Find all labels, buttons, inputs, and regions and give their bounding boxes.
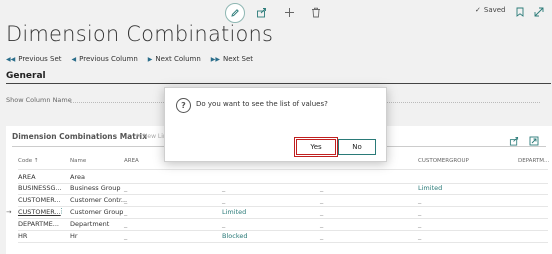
right-arrow-icon: ▶: [147, 55, 153, 63]
current-row-arrow-icon: →: [6, 208, 12, 216]
confirm-dialog: ? Do you want to see the list of values?…: [164, 87, 387, 162]
matrix-cell[interactable]: _: [418, 208, 421, 216]
share-icon[interactable]: [509, 131, 519, 150]
matrix-cell[interactable]: _: [320, 232, 323, 240]
matrix-cell[interactable]: _: [124, 208, 127, 216]
matrix-cell[interactable]: _: [320, 220, 323, 228]
show-column-name-label: Show Column Name: [6, 96, 72, 104]
matrix-cell[interactable]: Limited: [222, 208, 246, 216]
check-icon: ✓: [475, 6, 481, 14]
matrix-cell[interactable]: _: [222, 220, 225, 228]
previous-set-label: Previous Set: [18, 55, 62, 63]
trash-icon[interactable]: [309, 4, 323, 20]
row-code[interactable]: AREA: [18, 173, 36, 181]
saved-status: ✓ Saved: [475, 6, 506, 14]
row-divider: [18, 194, 548, 195]
matrix-cell[interactable]: _: [320, 208, 323, 216]
expand-icon[interactable]: [529, 131, 539, 150]
expand-icon[interactable]: [533, 4, 545, 20]
double-left-arrow-icon: ◀◀: [6, 55, 16, 63]
row-name: Hr: [70, 232, 78, 240]
question-icon: ?: [176, 98, 191, 113]
row-code[interactable]: HR: [18, 232, 27, 240]
saved-label: Saved: [483, 6, 506, 14]
matrix-cell[interactable]: Blocked: [222, 232, 247, 240]
matrix-cell[interactable]: _: [124, 184, 127, 192]
matrix-title: Dimension Combinations Matrix: [12, 132, 147, 141]
previous-column-label: Previous Column: [79, 55, 138, 63]
new-line-icon: ✎: [136, 133, 143, 140]
double-right-arrow-icon: ▶▶: [210, 55, 220, 63]
row-name: Customer Contr...: [70, 196, 128, 204]
row-code[interactable]: CUSTOMER...: [18, 196, 61, 204]
row-name: Area: [70, 173, 85, 181]
left-arrow-icon: ◀: [71, 55, 77, 63]
more-options-icon[interactable]: ⋮: [58, 207, 65, 215]
row-name: Business Group: [70, 184, 121, 192]
matrix-cell[interactable]: _: [124, 220, 127, 228]
row-name: Department: [70, 220, 110, 228]
matrix-cell[interactable]: Limited: [418, 184, 442, 192]
page-title: Dimension Combinations: [6, 22, 274, 46]
row-code[interactable]: BUSINESSG...: [18, 184, 62, 192]
column-header-customergroup[interactable]: CUSTOMERGROUP: [418, 158, 469, 164]
matrix-cell[interactable]: _: [320, 196, 323, 204]
row-divider: [18, 218, 548, 219]
matrix-cell[interactable]: _: [418, 220, 421, 228]
next-column-label: Next Column: [155, 55, 201, 63]
matrix-cell[interactable]: _: [418, 196, 421, 204]
previous-set-button[interactable]: ◀◀ Previous Set: [6, 55, 62, 63]
general-section-header[interactable]: General: [6, 71, 46, 81]
column-header-area[interactable]: AREA: [124, 158, 139, 164]
bookmark-icon[interactable]: [514, 4, 526, 20]
row-code[interactable]: DEPARTME...: [18, 220, 59, 228]
plus-icon[interactable]: [282, 4, 296, 20]
yes-button[interactable]: Yes: [294, 137, 338, 157]
row-code[interactable]: CUSTOMER...: [18, 208, 61, 216]
row-divider: [18, 206, 548, 207]
matrix-cell[interactable]: _: [222, 184, 225, 192]
row-name: Customer Group: [70, 208, 124, 216]
matrix-cell[interactable]: _: [222, 196, 225, 204]
matrix-cell[interactable]: _: [320, 184, 323, 192]
row-divider: [18, 242, 548, 243]
column-header-code[interactable]: Code ↑: [18, 158, 38, 164]
section-divider: [6, 83, 551, 84]
matrix-cell[interactable]: _: [124, 196, 127, 204]
matrix-navigation: ◀◀ Previous Set ◀ Previous Column ▶ Next…: [6, 55, 253, 63]
next-column-button[interactable]: ▶ Next Column: [148, 55, 201, 63]
matrix-cell[interactable]: _: [124, 232, 127, 240]
pencil-icon[interactable]: [225, 3, 245, 23]
no-button[interactable]: No: [338, 139, 376, 155]
next-set-button[interactable]: ▶▶ Next Set: [211, 55, 253, 63]
matrix-cell[interactable]: _: [418, 232, 421, 240]
column-header-department[interactable]: DEPARTM...: [518, 158, 549, 164]
column-header-name[interactable]: Name: [70, 158, 86, 164]
next-set-label: Next Set: [223, 55, 254, 63]
row-divider: [18, 230, 548, 231]
previous-column-button[interactable]: ◀ Previous Column: [72, 55, 138, 63]
dialog-message: Do you want to see the list of values?: [196, 100, 328, 108]
row-divider: [18, 169, 548, 170]
share-icon[interactable]: [254, 4, 268, 20]
